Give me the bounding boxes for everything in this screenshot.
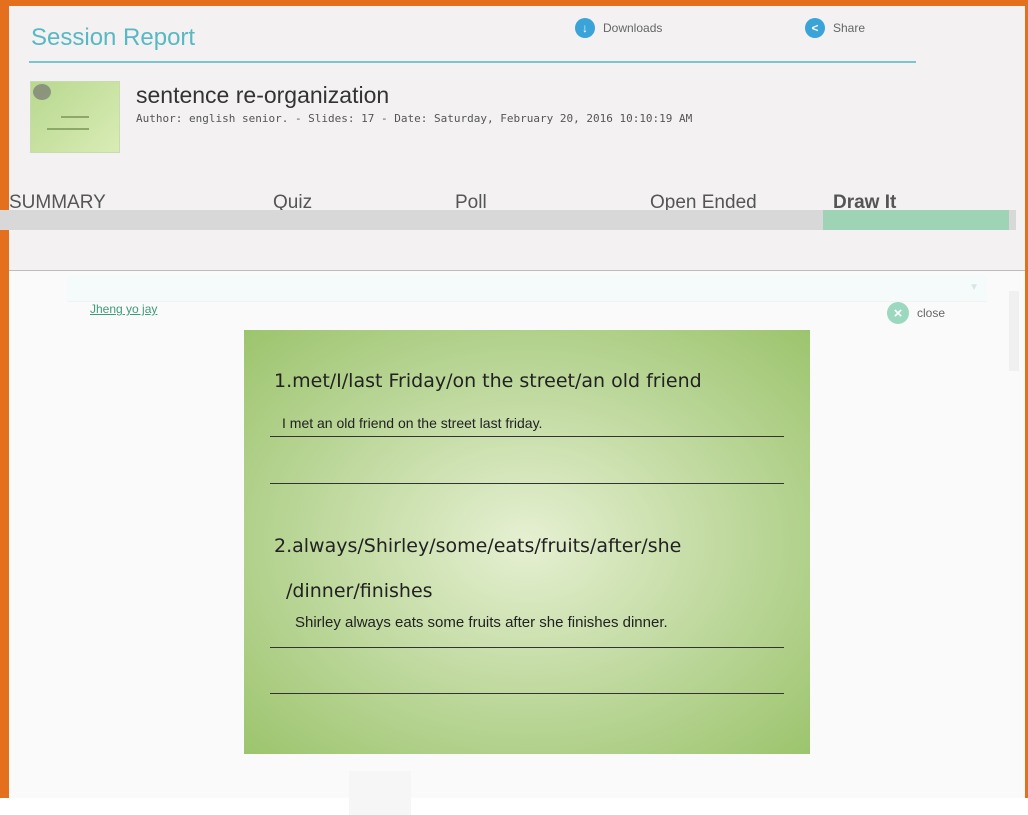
window-frame-left xyxy=(0,0,9,798)
title-divider xyxy=(29,61,916,63)
answer-1: I met an old friend on the street last f… xyxy=(282,415,543,431)
drawing-slide-preview: 1.met/I/last Friday/on the street/an old… xyxy=(244,330,810,754)
share-label: Share xyxy=(833,21,866,35)
answer-line xyxy=(270,436,784,437)
answer-line xyxy=(270,647,784,648)
tab-active-indicator xyxy=(823,210,1009,230)
close-label: close xyxy=(917,306,946,320)
scrollbar[interactable] xyxy=(1009,291,1019,371)
page-title: Session Report xyxy=(31,24,196,51)
student-filter-dropdown[interactable]: ▼ xyxy=(67,275,987,302)
question-2: 2.always/Shirley/some/eats/fruits/after/… xyxy=(274,535,682,557)
close-button[interactable]: × close xyxy=(887,302,945,324)
question-1: 1.met/I/last Friday/on the street/an old… xyxy=(274,370,702,392)
question-2-continued: /dinner/finishes xyxy=(286,580,433,602)
downloads-button[interactable]: ↓ Downloads xyxy=(575,18,662,38)
chevron-down-icon: ▼ xyxy=(969,282,979,293)
share-button[interactable]: < Share xyxy=(805,18,865,38)
report-header: Session Report ↓ Downloads < Share sente… xyxy=(9,6,1025,271)
answer-line xyxy=(270,693,784,694)
close-icon: × xyxy=(887,302,909,324)
answer-2: Shirley always eats some fruits after sh… xyxy=(295,614,668,631)
downloads-label: Downloads xyxy=(603,21,663,35)
share-icon: < xyxy=(805,18,825,38)
session-thumbnail xyxy=(30,81,120,153)
download-icon: ↓ xyxy=(575,18,595,38)
student-name-link[interactable]: Jheng yo jay xyxy=(90,302,157,316)
answer-line xyxy=(270,483,784,484)
session-meta: Author: english senior. - Slides: 17 - D… xyxy=(136,112,693,125)
answer-thumbnail xyxy=(349,771,411,815)
session-name: sentence re-organization xyxy=(136,82,390,108)
